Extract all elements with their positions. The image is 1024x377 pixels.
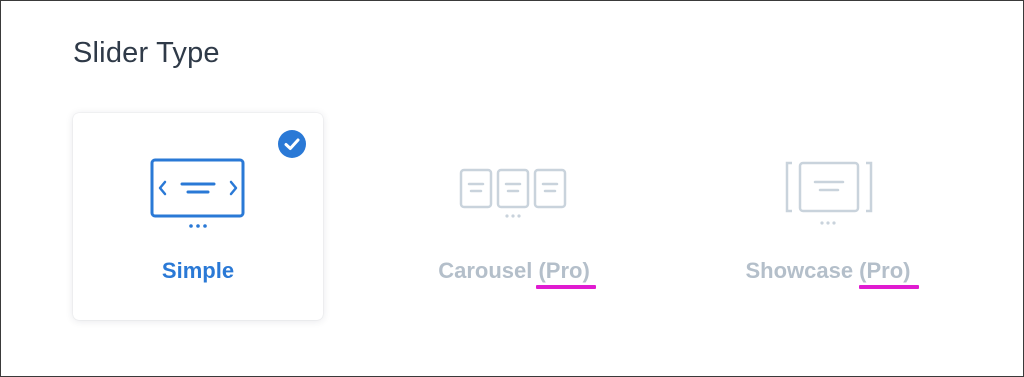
- carousel-slider-icon: [459, 168, 567, 218]
- section-title: Slider Type: [73, 37, 220, 69]
- slider-type-panel: Slider Type Simple Carousel (Pro) Showca…: [0, 0, 1024, 377]
- pro-annotation-underline: [536, 285, 596, 289]
- showcase-slider-icon: [785, 161, 873, 225]
- option-label-showcase: Showcase (Pro): [745, 258, 911, 283]
- option-carousel[interactable]: Carousel (Pro): [389, 113, 639, 320]
- option-simple[interactable]: Simple: [73, 113, 323, 320]
- pro-annotation-underline: [859, 285, 919, 289]
- checkmark-icon: [278, 130, 306, 158]
- simple-slider-icon: [150, 158, 245, 228]
- option-label-carousel: Carousel (Pro): [438, 258, 590, 283]
- option-label-simple: Simple: [161, 258, 235, 283]
